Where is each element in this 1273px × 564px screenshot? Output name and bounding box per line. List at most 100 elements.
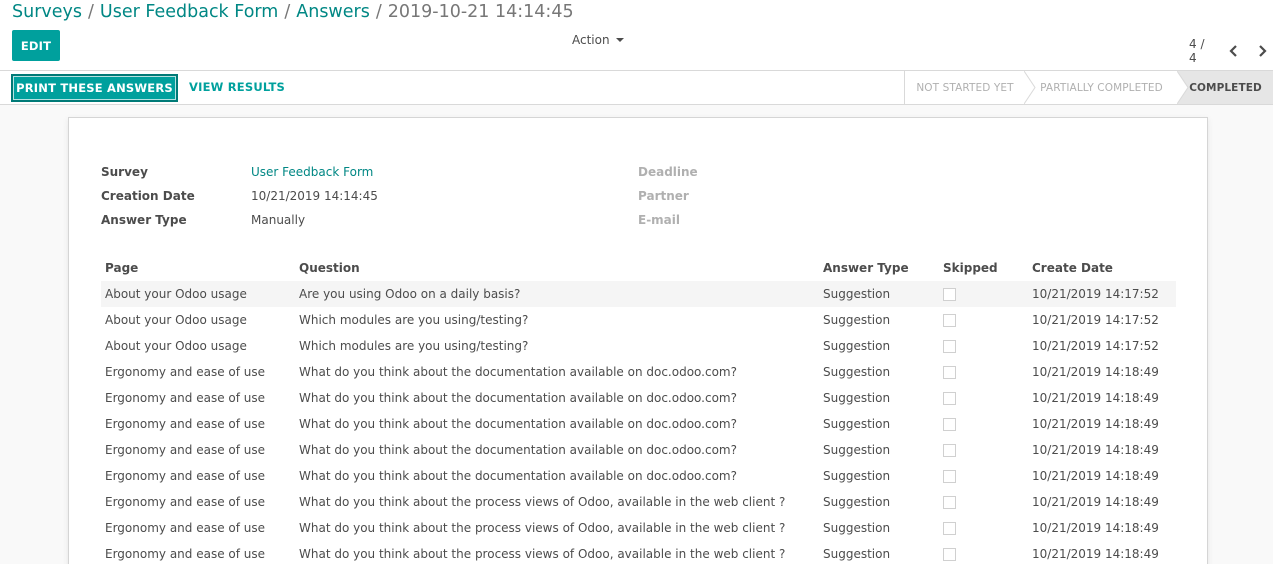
breadcrumb-surveys[interactable]: Surveys <box>12 2 82 22</box>
cell-skipped <box>939 411 1028 437</box>
checkbox-icon <box>943 522 956 535</box>
cell-page: Ergonomy and ease of use <box>105 417 266 431</box>
cell-skipped <box>939 307 1028 333</box>
cell-create-date: 10/21/2019 14:18:49 <box>1032 469 1159 483</box>
stage-not-started[interactable]: NOT STARTED YET <box>905 71 1025 104</box>
cell-create-date: 10/21/2019 14:18:49 <box>1032 443 1159 457</box>
cell-answer-type: Suggestion <box>823 365 891 379</box>
cell-answer-type: Suggestion <box>823 391 891 405</box>
table-row[interactable]: About your Odoo usage Which modules are … <box>101 333 1176 359</box>
cell-skipped <box>939 463 1028 489</box>
creation-date-value: 10/21/2019 14:14:45 <box>251 189 378 203</box>
table-row[interactable]: Ergonomy and ease of use What do you thi… <box>101 437 1176 463</box>
cell-create-date: 10/21/2019 14:17:52 <box>1028 281 1176 307</box>
cell-answer-type: Suggestion <box>823 469 891 483</box>
survey-label: Survey <box>101 165 148 179</box>
answer-type-value: Manually <box>251 213 306 227</box>
stage-label: PARTIALLY COMPLETED <box>1040 81 1163 94</box>
cell-skipped <box>939 333 1028 359</box>
cell-create-date: 10/21/2019 14:18:49 <box>1032 417 1159 431</box>
action-dropdown[interactable]: Action <box>572 33 624 47</box>
cell-page: Ergonomy and ease of use <box>105 495 266 509</box>
cell-question: Are you using Odoo on a daily basis? <box>295 281 819 307</box>
breadcrumb-current: 2019-10-21 14:14:45 <box>387 2 574 22</box>
cell-question: What do you think about the documentatio… <box>299 417 737 431</box>
print-answers-button[interactable]: PRINT THESE ANSWERS <box>11 74 178 102</box>
view-results-button[interactable]: VIEW RESULTS <box>189 80 285 94</box>
form-statusbar: PRINT THESE ANSWERS VIEW RESULTS NOT STA… <box>0 71 1273 105</box>
column-header-skipped[interactable]: Skipped <box>939 255 1028 281</box>
deadline-label: Deadline <box>638 165 698 179</box>
cell-skipped <box>939 515 1028 541</box>
table-row[interactable]: Ergonomy and ease of use What do you thi… <box>101 359 1176 385</box>
table-row[interactable]: Ergonomy and ease of use What do you thi… <box>101 463 1176 489</box>
checkbox-icon <box>943 366 956 379</box>
cell-question: Which modules are you using/testing? <box>299 339 529 353</box>
breadcrumb-answers[interactable]: Answers <box>296 2 370 22</box>
column-header-question[interactable]: Question <box>295 255 819 281</box>
cell-answer-type: Suggestion <box>823 339 891 353</box>
cell-question: Which modules are you using/testing? <box>299 313 529 327</box>
cell-question: What do you think about the documentatio… <box>299 443 737 457</box>
cell-answer-type: Suggestion <box>823 313 891 327</box>
caret-down-icon <box>615 38 624 42</box>
form-sheet: Survey User Feedback Form Creation Date … <box>68 117 1208 564</box>
cell-answer-type: Suggestion <box>819 281 939 307</box>
breadcrumb-separator: / <box>284 2 291 22</box>
chevron-right-icon[interactable] <box>1251 43 1273 59</box>
creation-date-label: Creation Date <box>101 189 195 203</box>
table-row[interactable]: About your Odoo usage Which modules are … <box>101 307 1176 333</box>
cell-page: Ergonomy and ease of use <box>105 521 266 535</box>
stage-label: NOT STARTED YET <box>916 81 1014 94</box>
stage-partially-completed[interactable]: PARTIALLY COMPLETED <box>1025 71 1178 104</box>
table-row[interactable]: Ergonomy and ease of use What do you thi… <box>101 541 1176 564</box>
stage-arrow-icon <box>1177 71 1189 104</box>
cell-page: About your Odoo usage <box>105 313 247 327</box>
cell-create-date: 10/21/2019 14:17:52 <box>1032 339 1159 353</box>
edit-button[interactable]: EDIT <box>12 30 60 61</box>
chevron-left-icon[interactable] <box>1224 43 1246 59</box>
table-row[interactable]: Ergonomy and ease of use What do you thi… <box>101 489 1176 515</box>
column-header-page[interactable]: Page <box>101 255 295 281</box>
cell-page: Ergonomy and ease of use <box>105 469 266 483</box>
cell-create-date: 10/21/2019 14:18:49 <box>1032 391 1159 405</box>
cell-question: What do you think about the documentatio… <box>299 365 737 379</box>
cell-page: Ergonomy and ease of use <box>105 365 266 379</box>
pager-value[interactable]: 4 / 4 <box>1189 37 1216 65</box>
checkbox-icon <box>943 314 956 327</box>
answer-lines-table: Page Question Answer Type Skipped Create… <box>101 255 1176 564</box>
table-row[interactable]: Ergonomy and ease of use What do you thi… <box>101 411 1176 437</box>
cell-question: What do you think about the process view… <box>299 547 786 561</box>
checkbox-icon <box>943 444 956 457</box>
answer-type-label: Answer Type <box>101 213 187 227</box>
stage-arrow-icon <box>1024 71 1036 104</box>
control-panel: Surveys / User Feedback Form / Answers/2019-… <box>0 0 1273 71</box>
cell-page: Ergonomy and ease of use <box>105 443 266 457</box>
cell-skipped <box>939 385 1028 411</box>
cell-answer-type: Suggestion <box>823 495 891 509</box>
column-header-answer-type[interactable]: Answer Type <box>819 255 939 281</box>
cell-create-date: 10/21/2019 14:17:52 <box>1032 313 1159 327</box>
cell-skipped <box>939 489 1028 515</box>
breadcrumb-user-feedback-form[interactable]: User Feedback Form <box>100 2 278 22</box>
email-label: E-mail <box>638 213 681 227</box>
survey-value[interactable]: User Feedback Form <box>251 165 373 179</box>
cell-question: What do you think about the documentatio… <box>299 391 737 405</box>
cell-answer-type: Suggestion <box>823 443 891 457</box>
partner-label: Partner <box>638 189 689 203</box>
cell-skipped <box>939 541 1028 564</box>
cell-page: About your Odoo usage <box>101 281 295 307</box>
table-row[interactable]: Ergonomy and ease of use What do you thi… <box>101 385 1176 411</box>
stage-completed[interactable]: COMPLETED <box>1178 71 1273 104</box>
stage-statusbar: NOT STARTED YET PARTIALLY COMPLETED COMP… <box>904 71 1273 104</box>
breadcrumb-separator: / <box>375 2 382 22</box>
table-row[interactable]: About your Odoo usage Are you using Odoo… <box>101 281 1176 307</box>
column-header-create-date[interactable]: Create Date <box>1028 255 1176 281</box>
cell-create-date: 10/21/2019 14:18:49 <box>1032 547 1159 561</box>
table-row[interactable]: Ergonomy and ease of use What do you thi… <box>101 515 1176 541</box>
checkbox-icon <box>943 340 956 353</box>
stage-label: COMPLETED <box>1189 81 1262 94</box>
cell-create-date: 10/21/2019 14:18:49 <box>1032 365 1159 379</box>
cell-answer-type: Suggestion <box>823 547 891 561</box>
table-header-row: Page Question Answer Type Skipped Create… <box>101 255 1176 281</box>
